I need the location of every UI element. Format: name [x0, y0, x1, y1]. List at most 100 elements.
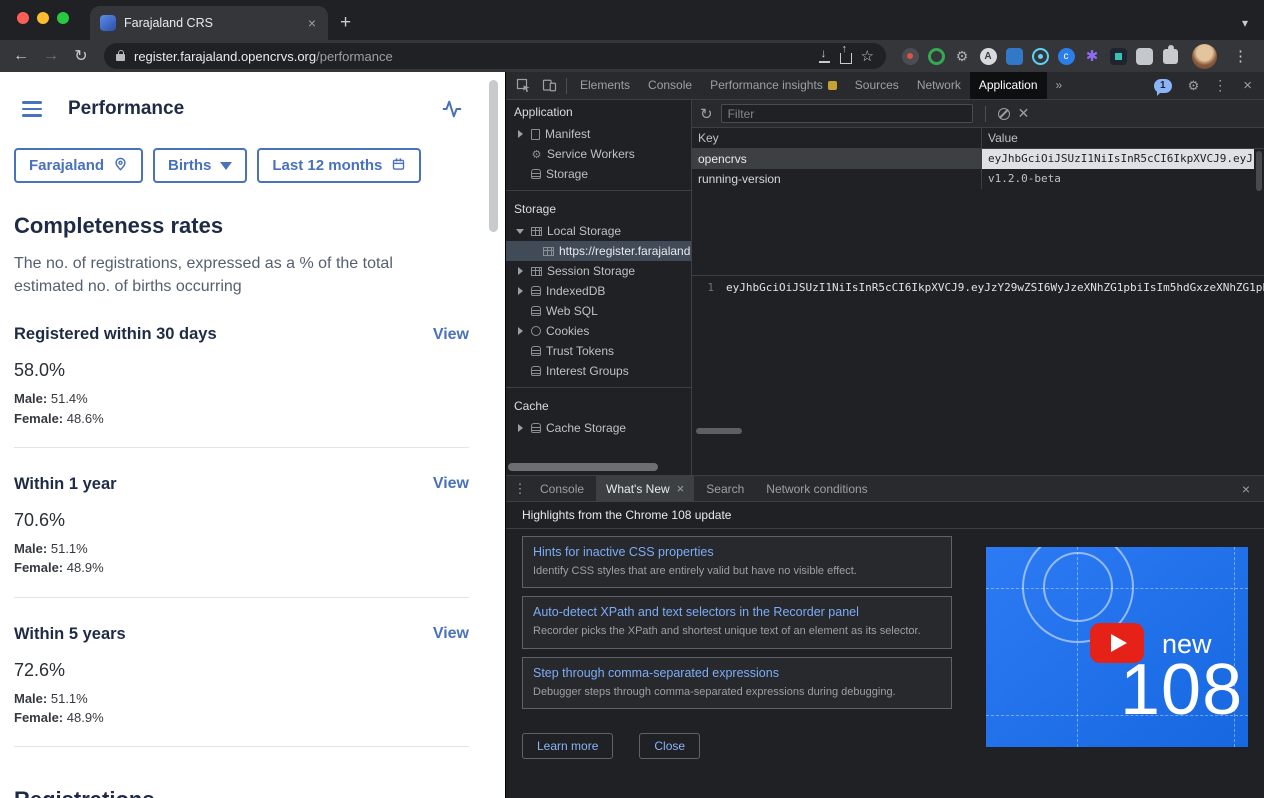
- extension-icon[interactable]: A: [978, 46, 998, 66]
- collapsed-arrow-icon[interactable]: [518, 287, 523, 295]
- event-filter-button[interactable]: Births: [153, 148, 247, 183]
- devtools-tabbar: Elements Console Performance insights So…: [506, 72, 1264, 100]
- extension-icon[interactable]: [1030, 46, 1050, 66]
- sidebar-item-session-storage[interactable]: Session Storage: [506, 261, 691, 281]
- filter-input[interactable]: [721, 104, 973, 123]
- collapsed-arrow-icon[interactable]: [518, 424, 523, 432]
- drawer-tab-whats-new[interactable]: What's New ×: [596, 476, 694, 502]
- bookmark-star-icon[interactable]: ☆: [861, 47, 874, 65]
- devtools-tab-elements[interactable]: Elements: [571, 72, 639, 99]
- lock-icon[interactable]: [116, 54, 125, 61]
- sidebar-item-storage[interactable]: Storage: [506, 164, 691, 184]
- minimize-window-button[interactable]: [37, 12, 49, 24]
- collapsed-arrow-icon[interactable]: [518, 130, 523, 138]
- view-link[interactable]: View: [433, 326, 469, 344]
- forward-button[interactable]: →: [38, 47, 64, 65]
- database-icon: [531, 306, 541, 316]
- devtools-tab-sources[interactable]: Sources: [846, 72, 908, 99]
- storage-key[interactable]: opencrvs: [692, 149, 982, 169]
- highlight-link[interactable]: Step through comma-separated expressions: [533, 666, 941, 680]
- download-icon[interactable]: [818, 50, 831, 63]
- tab-close-icon[interactable]: ×: [306, 15, 318, 31]
- devtools-tab-application[interactable]: Application: [970, 72, 1047, 99]
- drawer-menu-icon[interactable]: ⋮: [512, 481, 528, 497]
- time-range-filter-button[interactable]: Last 12 months: [257, 148, 421, 183]
- view-link[interactable]: View: [433, 625, 469, 643]
- highlight-link[interactable]: Auto-detect XPath and text selectors in …: [533, 605, 941, 619]
- sidebar-item-manifest[interactable]: Manifest: [506, 124, 691, 144]
- storage-horizontal-scrollbar[interactable]: [692, 425, 1264, 437]
- extensions-puzzle-icon[interactable]: [1160, 46, 1180, 66]
- more-tabs-icon[interactable]: »: [1047, 72, 1072, 99]
- metric-total: 70.6%: [14, 510, 469, 531]
- learn-more-button[interactable]: Learn more: [522, 733, 613, 759]
- collapsed-arrow-icon[interactable]: [518, 327, 523, 335]
- sidebar-horizontal-scrollbar[interactable]: [506, 463, 691, 471]
- devtools-menu-icon[interactable]: ⋮: [1207, 77, 1233, 94]
- drawer-tab-network-conditions[interactable]: Network conditions: [756, 476, 877, 502]
- sidebar-item-cache-storage[interactable]: Cache Storage: [506, 418, 691, 438]
- extension-icon[interactable]: [1134, 46, 1154, 66]
- delete-selected-icon[interactable]: ✕: [1018, 105, 1030, 122]
- storage-row[interactable]: running-version v1.2.0-beta: [692, 169, 1264, 189]
- table-icon: [531, 267, 542, 276]
- devtools-close-icon[interactable]: ×: [1235, 77, 1260, 94]
- devtools-tab-network[interactable]: Network: [908, 72, 970, 99]
- sidebar-item-local-storage-origin[interactable]: https://register.farajaland: [506, 241, 691, 261]
- clear-all-icon[interactable]: [998, 108, 1010, 120]
- back-button[interactable]: ←: [8, 47, 34, 65]
- sidebar-item-service-workers[interactable]: ⚙ Service Workers: [506, 144, 691, 164]
- expanded-arrow-icon[interactable]: [516, 229, 524, 234]
- location-filter-button[interactable]: Farajaland: [14, 148, 143, 183]
- extension-icon[interactable]: [900, 46, 920, 66]
- extension-icon[interactable]: ⚙: [952, 46, 972, 66]
- storage-key[interactable]: running-version: [692, 169, 982, 189]
- new-tab-button[interactable]: +: [328, 6, 363, 40]
- drawer-tab-search[interactable]: Search: [696, 476, 754, 502]
- sidebar-item-trust-tokens[interactable]: Trust Tokens: [506, 341, 691, 361]
- devtools-settings-gear-icon[interactable]: ⚙: [1182, 78, 1206, 94]
- share-icon[interactable]: [840, 53, 852, 64]
- sidebar-item-cookies[interactable]: Cookies: [506, 321, 691, 341]
- page-scrollbar[interactable]: [489, 80, 498, 232]
- view-link[interactable]: View: [433, 475, 469, 493]
- collapsed-arrow-icon[interactable]: [518, 267, 523, 275]
- extension-icon[interactable]: ✱: [1082, 46, 1102, 66]
- extension-icon[interactable]: [1004, 46, 1024, 66]
- drawer-tab-console[interactable]: Console: [530, 476, 594, 502]
- extension-icon[interactable]: [1108, 46, 1128, 66]
- zoom-window-button[interactable]: [57, 12, 69, 24]
- inspect-icon[interactable]: [510, 78, 536, 93]
- close-window-button[interactable]: [17, 12, 29, 24]
- drawer-close-icon[interactable]: ×: [1234, 481, 1258, 497]
- tab-search-chevron-icon[interactable]: ▾: [1226, 6, 1264, 40]
- device-toolbar-icon[interactable]: [536, 78, 562, 93]
- browser-tab[interactable]: Farajaland CRS ×: [90, 6, 328, 40]
- profile-avatar[interactable]: [1192, 44, 1217, 69]
- performance-pulse-icon[interactable]: [441, 98, 463, 120]
- devtools-tab-performance-insights[interactable]: Performance insights: [701, 72, 846, 99]
- sidebar-item-local-storage[interactable]: Local Storage: [506, 221, 691, 241]
- whats-new-heading: Highlights from the Chrome 108 update: [506, 502, 1264, 529]
- storage-vertical-scrollbar[interactable]: [1254, 149, 1264, 275]
- female-stat: Female: 48.9%: [14, 711, 469, 725]
- storage-value[interactable]: eyJhbGciOiJSUzI1NiIsInR5cCI6IkpXVCJ9.eyJ…: [982, 149, 1264, 169]
- highlight-link[interactable]: Hints for inactive CSS properties: [533, 545, 941, 559]
- browser-menu-icon[interactable]: ⋮: [1225, 47, 1256, 65]
- reload-button[interactable]: ↻: [68, 46, 94, 66]
- address-bar[interactable]: register.farajaland.opencrvs.org/perform…: [104, 43, 886, 69]
- issues-badge[interactable]: 1: [1154, 79, 1172, 93]
- storage-value[interactable]: v1.2.0-beta: [982, 169, 1264, 189]
- close-button[interactable]: Close: [639, 733, 700, 759]
- storage-row[interactable]: opencrvs eyJhbGciOiJSUzI1NiIsInR5cCI6Ikp…: [692, 149, 1264, 169]
- sidebar-item-web-sql[interactable]: Web SQL: [506, 301, 691, 321]
- extension-icon[interactable]: [926, 46, 946, 66]
- extension-icon[interactable]: c: [1056, 46, 1076, 66]
- whats-new-close-icon[interactable]: ×: [677, 476, 685, 502]
- refresh-icon[interactable]: ↻: [700, 105, 713, 123]
- hamburger-menu-button[interactable]: [22, 101, 42, 116]
- sidebar-item-interest-groups[interactable]: Interest Groups: [506, 361, 691, 381]
- devtools-tab-console[interactable]: Console: [639, 72, 701, 99]
- sidebar-item-indexeddb[interactable]: IndexedDB: [506, 281, 691, 301]
- whats-new-video-thumbnail[interactable]: new 108: [986, 547, 1248, 747]
